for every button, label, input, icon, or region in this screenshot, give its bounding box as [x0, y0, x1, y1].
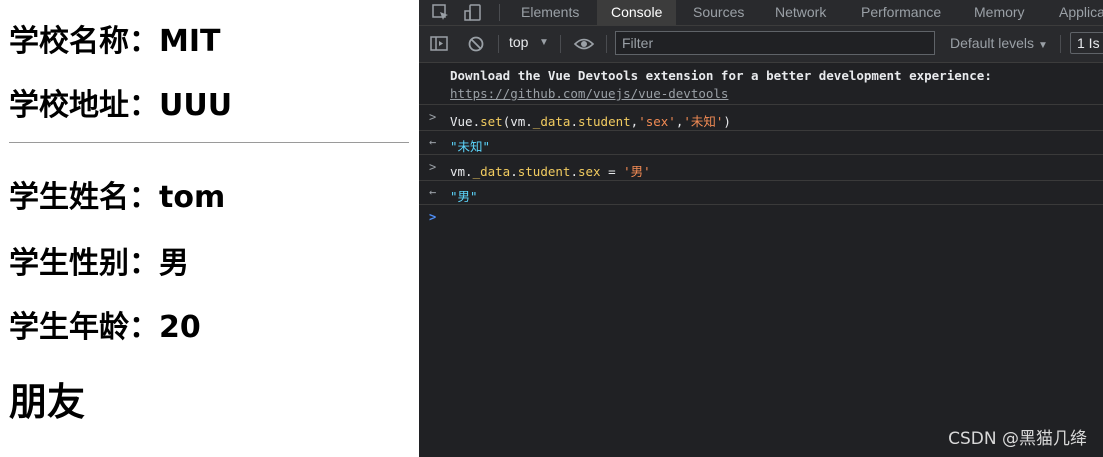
toolbar-separator	[606, 35, 607, 53]
issues-counter[interactable]: 1 Is	[1070, 32, 1103, 54]
tab-network[interactable]: Network	[775, 0, 826, 25]
tab-memory[interactable]: Memory	[974, 0, 1025, 25]
inspect-element-icon[interactable]	[431, 3, 451, 23]
clear-console-icon[interactable]	[466, 34, 486, 59]
log-levels-label: Default levels	[950, 35, 1035, 51]
console-input-line: > Vue.set(vm._data.student,'sex','未知')	[419, 106, 1103, 131]
result-arrow-icon: ←	[429, 185, 437, 199]
result-arrow-icon: ←	[429, 135, 437, 149]
friends-heading: 朋友	[9, 380, 86, 424]
device-toolbar-icon[interactable]	[463, 3, 483, 23]
console-toolbar: top ▼ Default levels ▼ 1 Is	[419, 26, 1103, 63]
input-chevron-icon: >	[429, 110, 437, 124]
divider	[9, 142, 409, 143]
tab-sources[interactable]: Sources	[693, 0, 744, 25]
console-command: Vue.set(vm._data.student,'sex','未知')	[450, 114, 731, 129]
console-result-line: ← "男"	[419, 181, 1103, 205]
console-command: vm._data.student.sex = '男'	[450, 164, 651, 179]
toolbar-separator	[499, 4, 500, 21]
eye-icon[interactable]	[573, 34, 595, 59]
school-address-text: 学校地址：UUU	[9, 88, 233, 123]
log-levels-dropdown[interactable]: Default levels ▼	[950, 35, 1048, 51]
vue-devtools-message: Download the Vue Devtools extension for …	[450, 68, 992, 83]
console-message-info: Download the Vue Devtools extension for …	[419, 63, 1103, 105]
console-result-line: ← "未知"	[419, 131, 1103, 155]
input-chevron-icon: >	[429, 160, 437, 174]
toolbar-separator	[560, 35, 561, 53]
console-result: "未知"	[450, 139, 491, 154]
student-name-text: 学生姓名：tom	[9, 180, 226, 215]
tab-performance[interactable]: Performance	[861, 0, 941, 25]
page-content: 学校名称：MIT 学校地址：UUU 学生姓名：tom 学生性别：男 学生年龄：2…	[0, 0, 419, 457]
filter-input[interactable]	[615, 31, 935, 55]
devtools-tabbar: Elements Console Sources Network Perform…	[419, 0, 1103, 26]
student-age-text: 学生年龄：20	[9, 310, 201, 345]
vue-devtools-link[interactable]: https://github.com/vuejs/vue-devtools	[450, 86, 728, 101]
console-result: "男"	[450, 189, 478, 204]
student-sex-text: 学生性别：男	[9, 246, 189, 281]
console-output[interactable]: Download the Vue Devtools extension for …	[419, 63, 1103, 457]
context-selector[interactable]: top	[509, 34, 528, 50]
toolbar-separator	[1060, 35, 1061, 53]
chevron-down-icon: ▼	[539, 37, 549, 48]
watermark: CSDN @黑猫几绛	[948, 429, 1087, 449]
console-prompt[interactable]: >	[419, 206, 1103, 228]
prompt-chevron-icon: >	[429, 210, 437, 224]
tab-elements[interactable]: Elements	[521, 0, 579, 25]
console-input-line: > vm._data.student.sex = '男'	[419, 156, 1103, 181]
toolbar-separator	[498, 35, 499, 53]
devtools-panel: Elements Console Sources Network Perform…	[419, 0, 1103, 457]
tab-console[interactable]: Console	[597, 0, 677, 25]
chevron-down-icon: ▼	[1037, 40, 1048, 51]
school-name-text: 学校名称：MIT	[9, 24, 221, 59]
show-sidebar-icon[interactable]	[429, 34, 449, 59]
tab-application[interactable]: Applica	[1059, 0, 1103, 25]
